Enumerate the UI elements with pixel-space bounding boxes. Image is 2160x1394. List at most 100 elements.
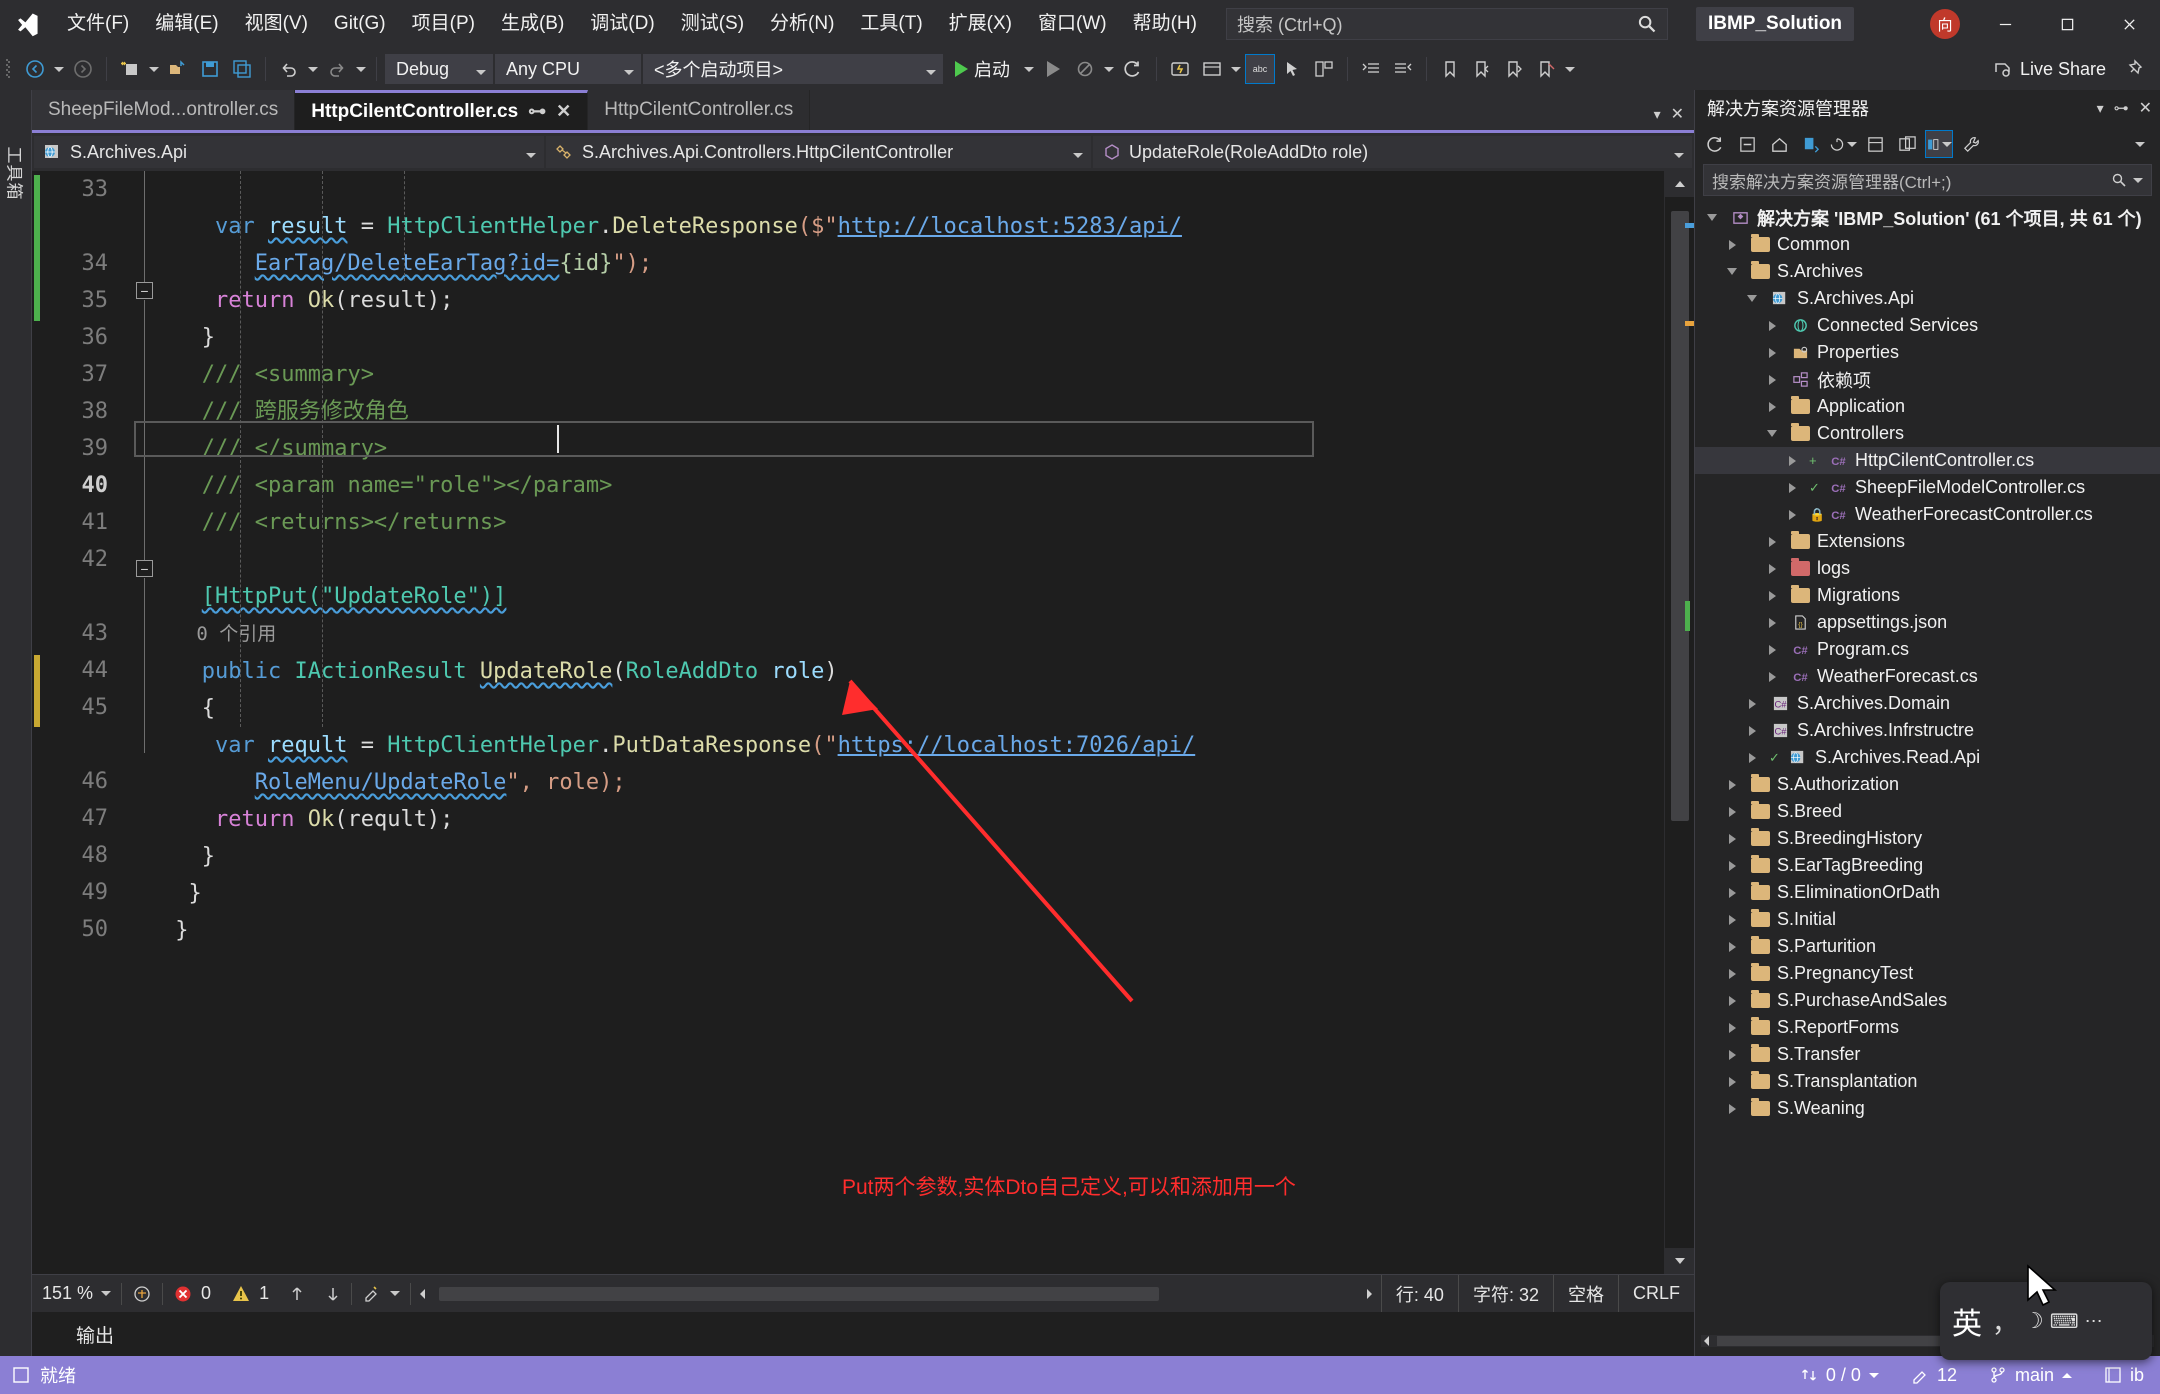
clear-bookmarks-button[interactable] — [1531, 54, 1561, 84]
tree-item-s-authorization[interactable]: S.Authorization — [1695, 771, 2160, 798]
close-icon[interactable]: ✕ — [2139, 98, 2152, 118]
start-debug-button[interactable]: 启动 — [945, 54, 1020, 84]
redo-button[interactable] — [322, 54, 352, 84]
chevron-right-icon[interactable] — [1781, 509, 1803, 520]
configuration-combo[interactable]: Debug — [385, 54, 493, 84]
chevron-right-icon[interactable] — [1761, 401, 1783, 412]
tree-item-connected-services[interactable]: Connected Services — [1695, 312, 2160, 339]
chevron-right-icon[interactable] — [1721, 239, 1743, 250]
code-text-surface[interactable]: var result = HttpClientHelper.DeleteResp… — [134, 171, 1664, 1274]
indent-button[interactable] — [1356, 54, 1386, 84]
fold-toggle-43[interactable]: − — [136, 560, 153, 577]
chevron-right-icon[interactable] — [1761, 536, 1783, 547]
tree-item-s-breedinghistory[interactable]: S.BreedingHistory — [1695, 825, 2160, 852]
chevron-right-icon[interactable] — [1721, 806, 1743, 817]
show-all-files-button[interactable] — [1861, 130, 1889, 158]
menu-git[interactable]: Git(G) — [321, 0, 399, 48]
hscroll-right-button[interactable] — [1357, 1288, 1381, 1300]
stop-dropdown[interactable] — [1102, 54, 1116, 84]
save-button[interactable] — [195, 54, 225, 84]
ime-more-icon[interactable]: ⋯ — [2085, 1311, 2103, 1332]
tree-item-s-transplantation[interactable]: S.Transplantation — [1695, 1068, 2160, 1095]
redo-dropdown[interactable] — [354, 54, 368, 84]
tree-item-sheepfilemodelcontroller-cs[interactable]: ✓ C# SheepFileModelController.cs — [1695, 474, 2160, 501]
tree-item-application[interactable]: Application — [1695, 393, 2160, 420]
prev-bookmark-button[interactable] — [1467, 54, 1497, 84]
start-without-debug-button[interactable] — [1038, 54, 1068, 84]
error-count[interactable]: 0 — [163, 1275, 221, 1313]
close-group-icon[interactable]: ✕ — [1671, 104, 1684, 124]
chevron-right-icon[interactable] — [1761, 671, 1783, 682]
chevron-right-icon[interactable] — [1781, 455, 1803, 466]
chevron-down-icon[interactable] — [1761, 430, 1783, 437]
chevron-right-icon[interactable] — [1721, 887, 1743, 898]
tree-item-s-weaning[interactable]: S.Weaning — [1695, 1095, 2160, 1122]
chevron-right-icon[interactable] — [1721, 1022, 1743, 1033]
chevron-right-icon[interactable] — [1721, 779, 1743, 790]
refresh-button[interactable] — [1701, 130, 1729, 158]
hot-reload-button[interactable] — [1165, 54, 1195, 84]
layout-button[interactable] — [1197, 54, 1227, 84]
tree-item-weatherforecastcontroller-cs[interactable]: 🔒 C# WeatherForecastController.cs — [1695, 501, 2160, 528]
solution-tree[interactable]: 解决方案 'IBMP_Solution' (61 个项目, 共 61 个) Co… — [1695, 202, 2160, 1326]
horizontal-scrollbar[interactable] — [411, 1275, 1381, 1313]
tab-httpcilentcontroller-second[interactable]: HttpCilentController.cs — [588, 90, 811, 130]
sync-with-active-document-button[interactable] — [1797, 130, 1825, 158]
tree-item-s-eartagbreeding[interactable]: S.EarTagBreeding — [1695, 852, 2160, 879]
chevron-right-icon[interactable] — [1721, 833, 1743, 844]
chevron-right-icon[interactable] — [1761, 617, 1783, 628]
chevron-right-icon[interactable] — [1761, 320, 1783, 331]
chevron-down-icon[interactable] — [1701, 214, 1723, 221]
chevron-right-icon[interactable] — [1761, 563, 1783, 574]
chevron-right-icon[interactable] — [1741, 752, 1763, 763]
scroll-up-button[interactable] — [1665, 171, 1694, 197]
live-visual-tree-button[interactable] — [1309, 54, 1339, 84]
tree-item-s-transfer[interactable]: S.Transfer — [1695, 1041, 2160, 1068]
start-debug-dropdown[interactable] — [1022, 54, 1036, 84]
solution-explorer-overflow-button[interactable] — [2126, 130, 2154, 158]
menu-test[interactable]: 测试(S) — [668, 0, 757, 48]
code-cleanup-button[interactable] — [352, 1275, 410, 1313]
home-button[interactable] — [1765, 130, 1793, 158]
new-project-dropdown[interactable] — [147, 54, 161, 84]
stop-button[interactable] — [1070, 54, 1100, 84]
zoom-control[interactable]: 151 % — [32, 1275, 121, 1313]
vertical-scrollbar[interactable] — [1664, 171, 1694, 1274]
vertical-scroll-thumb[interactable] — [1671, 211, 1689, 821]
startup-project-combo[interactable]: <多个启动项目> — [643, 54, 943, 84]
toolbar-grip[interactable] — [6, 56, 18, 82]
tree-item-s-breed[interactable]: S.Breed — [1695, 798, 2160, 825]
tree-root-solution[interactable]: 解决方案 'IBMP_Solution' (61 个项目, 共 61 个) — [1695, 204, 2160, 231]
tree-item-s-archives-api[interactable]: S.Archives.Api — [1695, 285, 2160, 312]
chevron-right-icon[interactable] — [1721, 995, 1743, 1006]
live-share-button[interactable]: Live Share — [1978, 59, 2120, 80]
undo-dropdown[interactable] — [306, 54, 320, 84]
menu-window[interactable]: 窗口(W) — [1025, 0, 1120, 48]
tree-item-s-archives-domain[interactable]: C# S.Archives.Domain — [1695, 690, 2160, 717]
chevron-right-icon[interactable] — [1741, 698, 1763, 709]
menu-view[interactable]: 视图(V) — [232, 0, 321, 48]
tree-item-s-archives-infrstructre[interactable]: C# S.Archives.Infrstructre — [1695, 717, 2160, 744]
view-switch-button[interactable] — [1925, 130, 1953, 158]
menu-debug[interactable]: 调试(D) — [577, 0, 667, 48]
output-panel-header[interactable]: 输出 — [32, 1312, 1694, 1356]
global-search-input[interactable]: 搜索 (Ctrl+Q) — [1225, 8, 1668, 40]
pending-changes[interactable]: 12 — [1895, 1356, 1973, 1394]
chevron-right-icon[interactable] — [1761, 374, 1783, 385]
tree-item-program-cs[interactable]: C# Program.cs — [1695, 636, 2160, 663]
active-files-dropdown-icon[interactable]: ▾ — [1654, 106, 1661, 123]
tab-httpcilentcontroller-active[interactable]: HttpCilentController.cs ⊶ ✕ — [295, 90, 589, 130]
menu-analyze[interactable]: 分析(N) — [757, 0, 847, 48]
navbar-type-combo[interactable]: S.Archives.Api.Controllers.HttpCilentCon… — [546, 136, 1091, 168]
properties-button[interactable] — [1957, 130, 1985, 158]
outdent-button[interactable] — [1388, 54, 1418, 84]
navigate-forward-button[interactable] — [68, 54, 98, 84]
tree-item-controllers[interactable]: Controllers — [1695, 420, 2160, 447]
next-issue-button[interactable] — [315, 1275, 351, 1313]
new-project-button[interactable] — [115, 54, 145, 84]
abc-button[interactable]: abc — [1245, 54, 1275, 84]
scroll-down-button[interactable] — [1665, 1248, 1694, 1274]
tree-item-httpcilentcontroller-cs[interactable]: + C# HttpCilentController.cs — [1695, 447, 2160, 474]
layout-dropdown[interactable] — [1229, 54, 1243, 84]
source-control-changes[interactable]: 0 / 0 — [1784, 1356, 1895, 1394]
